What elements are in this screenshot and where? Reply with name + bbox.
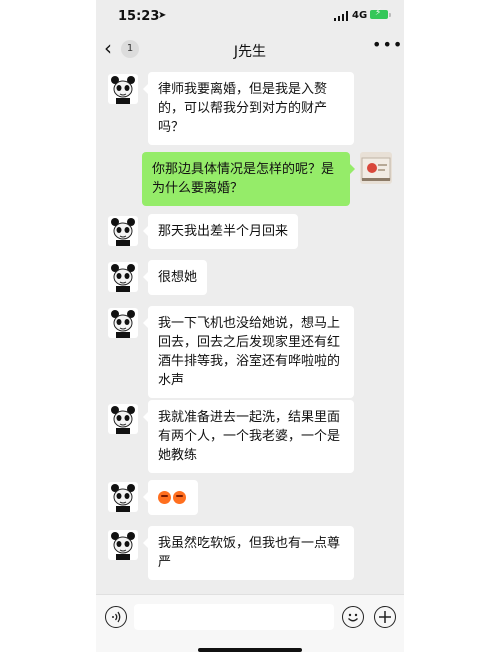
message-bubble-incoming: 我就准备进去一起洗，结果里面有两个人，一个我老婆，一个是她教练 xyxy=(143,400,354,473)
contact-avatar[interactable] xyxy=(108,74,138,104)
smiley-icon[interactable] xyxy=(342,606,364,628)
message-bubble-incoming: 那天我出差半个月回来 xyxy=(142,214,299,249)
voice-icon[interactable] xyxy=(105,606,127,628)
message-bubble-incoming: 我一下飞机也没给她说，想马上回去，回去之后发现家里还有红酒牛排等我，浴室还有哗啦… xyxy=(143,306,354,398)
contact-avatar[interactable] xyxy=(108,404,138,434)
angry-face-icon xyxy=(158,491,171,504)
location-arrow-icon: ➤ xyxy=(158,10,167,21)
status-time: 15:23 xyxy=(118,9,160,24)
signal-bars-icon xyxy=(334,11,348,21)
contact-avatar[interactable] xyxy=(108,482,138,512)
contact-avatar[interactable] xyxy=(108,262,138,292)
plus-icon[interactable] xyxy=(374,606,396,628)
contact-avatar[interactable] xyxy=(108,530,138,560)
message-input[interactable] xyxy=(134,604,334,630)
message-bubble-outgoing: 你那边具体情况是怎样的呢？是为什么要离婚？ xyxy=(142,152,355,206)
message-input-bar xyxy=(96,594,404,652)
message-bubble-incoming xyxy=(143,480,198,515)
message-bubble-incoming: 很想她 xyxy=(142,260,208,295)
self-avatar[interactable] xyxy=(360,152,392,184)
battery-charging-icon: ⚡ xyxy=(370,8,391,19)
network-type: 4G xyxy=(352,10,368,21)
status-bar: 15:23 ➤ 4G ⚡ xyxy=(96,0,404,34)
contact-avatar[interactable] xyxy=(108,216,138,246)
home-indicator[interactable] xyxy=(198,648,302,652)
chat-header: ‹ 1 J先生 ••• xyxy=(96,34,404,66)
message-bubble-incoming: 律师我要离婚，但是我是入赘的，可以帮我分到对方的财产吗？ xyxy=(143,72,354,145)
message-bubble-incoming: 我虽然吃软饭，但我也有一点尊严 xyxy=(143,526,354,580)
contact-avatar[interactable] xyxy=(108,308,138,338)
phone-screen: 15:23 ➤ 4G ⚡ ‹ 1 J先生 ••• 律师我要离婚，但是我是入赘的，… xyxy=(96,0,404,652)
more-options-icon[interactable]: ••• xyxy=(372,35,403,54)
chat-title: J先生 xyxy=(233,44,267,60)
angry-face-icon xyxy=(173,491,186,504)
